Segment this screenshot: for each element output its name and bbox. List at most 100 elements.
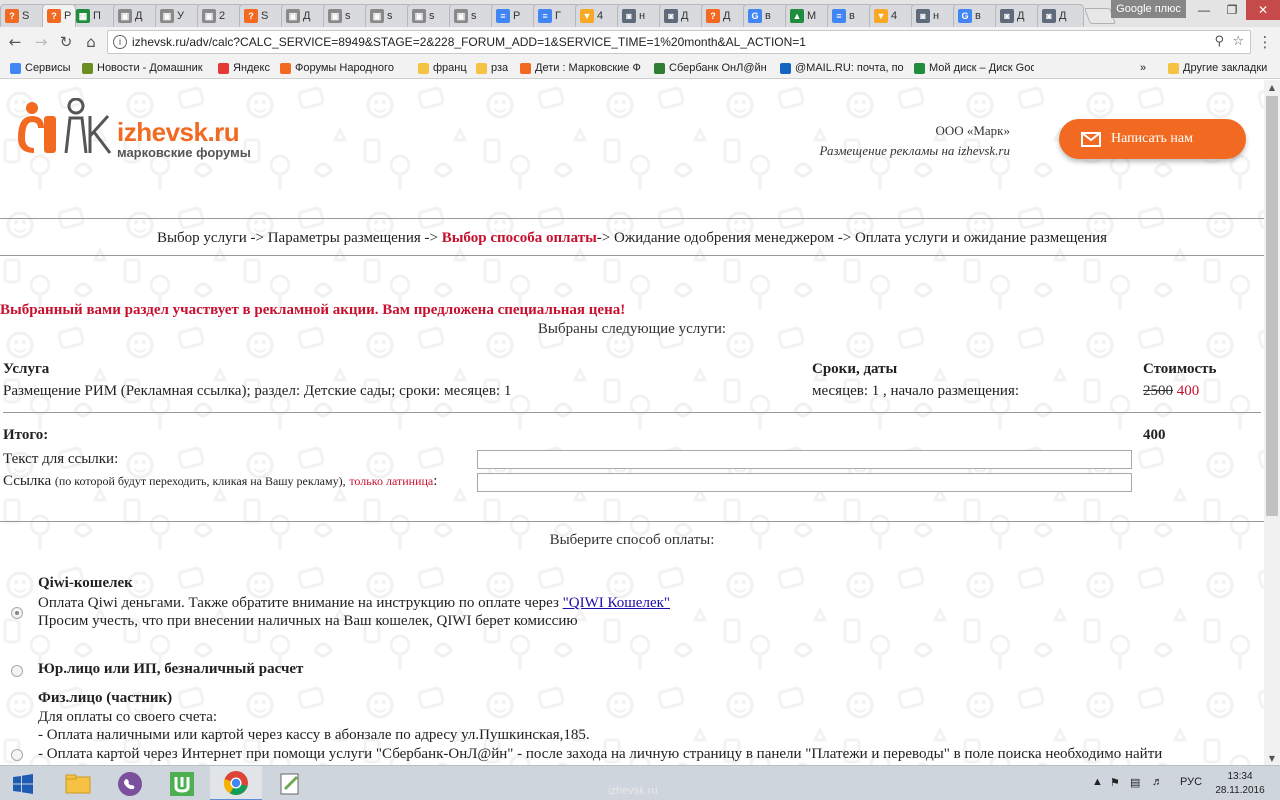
browser-tab[interactable]: ▣ s bbox=[323, 4, 370, 27]
tab-label: П bbox=[93, 10, 101, 22]
browser-tab[interactable]: ◙ Д bbox=[1037, 4, 1084, 27]
tab-label: 2 bbox=[219, 10, 226, 22]
browser-tab[interactable]: ◙ н bbox=[911, 4, 958, 27]
browser-tab[interactable]: ◙ н bbox=[617, 4, 664, 27]
tab-label: Д bbox=[681, 10, 689, 22]
zoom-icon[interactable]: ⚲ bbox=[1214, 34, 1224, 49]
browser-tab[interactable]: ?Р✕ bbox=[42, 4, 76, 27]
link-text-input[interactable] bbox=[477, 450, 1132, 469]
scroll-down-icon[interactable]: ▼ bbox=[1264, 751, 1280, 765]
browser-tab[interactable]: ≡ в bbox=[827, 4, 874, 27]
bookmark-item[interactable]: Сбербанк ОнЛ@йн bbox=[654, 60, 767, 76]
browser-tab[interactable]: ◙ Д bbox=[659, 4, 706, 27]
taskbar-chrome[interactable] bbox=[210, 766, 262, 800]
bookmark-item[interactable]: Дети : Марковские Ф bbox=[520, 60, 641, 76]
menu-icon[interactable]: ⋮ bbox=[1254, 31, 1276, 53]
individual-line-1: Для оплаты со своего счета: bbox=[38, 709, 218, 725]
tray-flag-icon[interactable]: ⚑ bbox=[1110, 776, 1120, 789]
total-value: 400 bbox=[1143, 427, 1166, 443]
taskbar-explorer[interactable] bbox=[52, 766, 104, 800]
minimize-icon[interactable]: — bbox=[1190, 0, 1218, 20]
individual-radio[interactable] bbox=[11, 749, 23, 761]
tab-favicon-icon: ▣ bbox=[160, 9, 174, 23]
browser-tab[interactable]: Gв bbox=[743, 4, 790, 27]
browser-tab[interactable]: ◙ Д bbox=[995, 4, 1042, 27]
browser-tab[interactable]: ? S bbox=[239, 4, 286, 27]
qiwi-radio[interactable] bbox=[11, 607, 23, 619]
tab-label: s bbox=[345, 10, 351, 22]
tray-volume-icon[interactable]: ♬ bbox=[1152, 776, 1163, 788]
start-button[interactable] bbox=[0, 766, 46, 800]
service-cell: Размещение РИМ (Рекламная ссылка); разде… bbox=[3, 383, 512, 399]
browser-tab[interactable]: ≡ Г bbox=[533, 4, 580, 27]
bookmark-icon bbox=[780, 62, 791, 74]
bookmark-item[interactable]: Форумы Народного bbox=[280, 60, 394, 76]
home-icon[interactable]: ⌂ bbox=[80, 31, 102, 53]
browser-tab[interactable]: ▣ s bbox=[365, 4, 412, 27]
bookmark-item[interactable]: Яндекс bbox=[218, 60, 270, 76]
maximize-icon[interactable]: ❐ bbox=[1218, 0, 1246, 20]
other-bookmarks[interactable]: Другие закладки bbox=[1168, 60, 1267, 76]
bookmark-item[interactable]: @MAIL.RU: почта, по bbox=[780, 60, 904, 76]
browser-tab[interactable]: ▼ 4 bbox=[575, 4, 622, 27]
browser-tab[interactable]: ▣ Д bbox=[113, 4, 160, 27]
clock[interactable]: 13:34 28.11.2016 bbox=[1214, 770, 1266, 798]
legal-entity-radio[interactable] bbox=[11, 665, 23, 677]
qiwi-instruction-link[interactable]: "QIWI Кошелек" bbox=[563, 595, 670, 611]
reload-icon[interactable]: ↻ bbox=[55, 31, 77, 53]
browser-tab[interactable]: ▣ У bbox=[155, 4, 202, 27]
tray-expand-icon[interactable]: ▲ bbox=[1092, 776, 1103, 788]
tray-network-icon[interactable]: ▤ bbox=[1130, 776, 1140, 789]
browser-tab[interactable]: ? Д bbox=[701, 4, 748, 27]
status-url: izhevsk.ru bbox=[608, 785, 658, 797]
browser-tab[interactable]: ▣ 2 bbox=[197, 4, 244, 27]
browser-tab[interactable]: ▣ Д bbox=[281, 4, 328, 27]
browser-tab[interactable]: ▦ П bbox=[71, 4, 118, 27]
scroll-thumb[interactable] bbox=[1266, 96, 1278, 516]
close-window-icon[interactable]: ✕ bbox=[1246, 0, 1280, 20]
browser-tab[interactable]: ▲ М bbox=[785, 4, 832, 27]
tab-favicon-icon: ≡ bbox=[538, 9, 552, 23]
tab-favicon-icon: ? bbox=[5, 9, 19, 23]
browser-tab[interactable]: ▼ 4 bbox=[869, 4, 916, 27]
bookmark-item[interactable]: Новости - Домашник bbox=[82, 60, 203, 76]
logo-name[interactable]: izhevsk.ru bbox=[117, 117, 240, 148]
page-scrollbar[interactable]: ▲ ▼ bbox=[1264, 80, 1280, 765]
tab-favicon-icon: ▼ bbox=[580, 9, 594, 23]
divider bbox=[0, 218, 1264, 219]
link-url-input[interactable] bbox=[477, 473, 1132, 492]
forward-icon[interactable]: → bbox=[30, 31, 52, 53]
individual-line-2: - Оплата наличными или картой через касс… bbox=[38, 727, 590, 743]
tab-favicon-icon: G bbox=[958, 9, 972, 23]
bookmark-item[interactable]: Сервисы bbox=[10, 60, 71, 76]
close-tab-icon[interactable]: ✕ bbox=[73, 10, 75, 23]
bookmark-icon bbox=[280, 62, 291, 74]
address-bar[interactable]: i izhevsk.ru/adv/calc?CALC_SERVICE=8949&… bbox=[107, 30, 1251, 54]
browser-tab[interactable]: Gв bbox=[953, 4, 1000, 27]
browser-tab[interactable]: ▣ s bbox=[449, 4, 496, 27]
browser-tab[interactable]: ≡ Р bbox=[491, 4, 538, 27]
browser-tab[interactable]: ? S bbox=[0, 4, 47, 27]
tab-favicon-icon: ▣ bbox=[118, 9, 132, 23]
clock-time: 13:34 bbox=[1227, 771, 1253, 782]
profile-label[interactable]: Google плюс bbox=[1111, 0, 1186, 18]
language-indicator[interactable]: РУС bbox=[1180, 776, 1202, 788]
tab-label: Р bbox=[64, 10, 72, 22]
taskbar-notepad[interactable] bbox=[264, 766, 316, 800]
bookmark-item[interactable]: рза bbox=[476, 60, 508, 76]
taskbar-utorrent[interactable] bbox=[156, 766, 208, 800]
taskbar-viber[interactable] bbox=[104, 766, 156, 800]
bookmarks-more[interactable]: » bbox=[1140, 60, 1146, 76]
back-icon[interactable]: ← bbox=[4, 31, 26, 53]
scroll-up-icon[interactable]: ▲ bbox=[1264, 80, 1280, 94]
bookmark-item[interactable]: франц bbox=[418, 60, 467, 76]
tab-label: Д bbox=[1059, 10, 1067, 22]
browser-tab[interactable]: ▣ s bbox=[407, 4, 454, 27]
notepad-icon bbox=[280, 773, 299, 794]
step-1: Выбор услуги -> bbox=[156, 230, 264, 246]
write-us-button[interactable]: Написать нам bbox=[1059, 119, 1246, 159]
tab-label: М bbox=[807, 10, 817, 22]
bookmark-star-icon[interactable]: ☆ bbox=[1232, 34, 1244, 49]
bookmark-item[interactable]: Мой диск – Диск Goo bbox=[914, 60, 1034, 76]
site-info-icon[interactable]: i bbox=[113, 35, 127, 49]
